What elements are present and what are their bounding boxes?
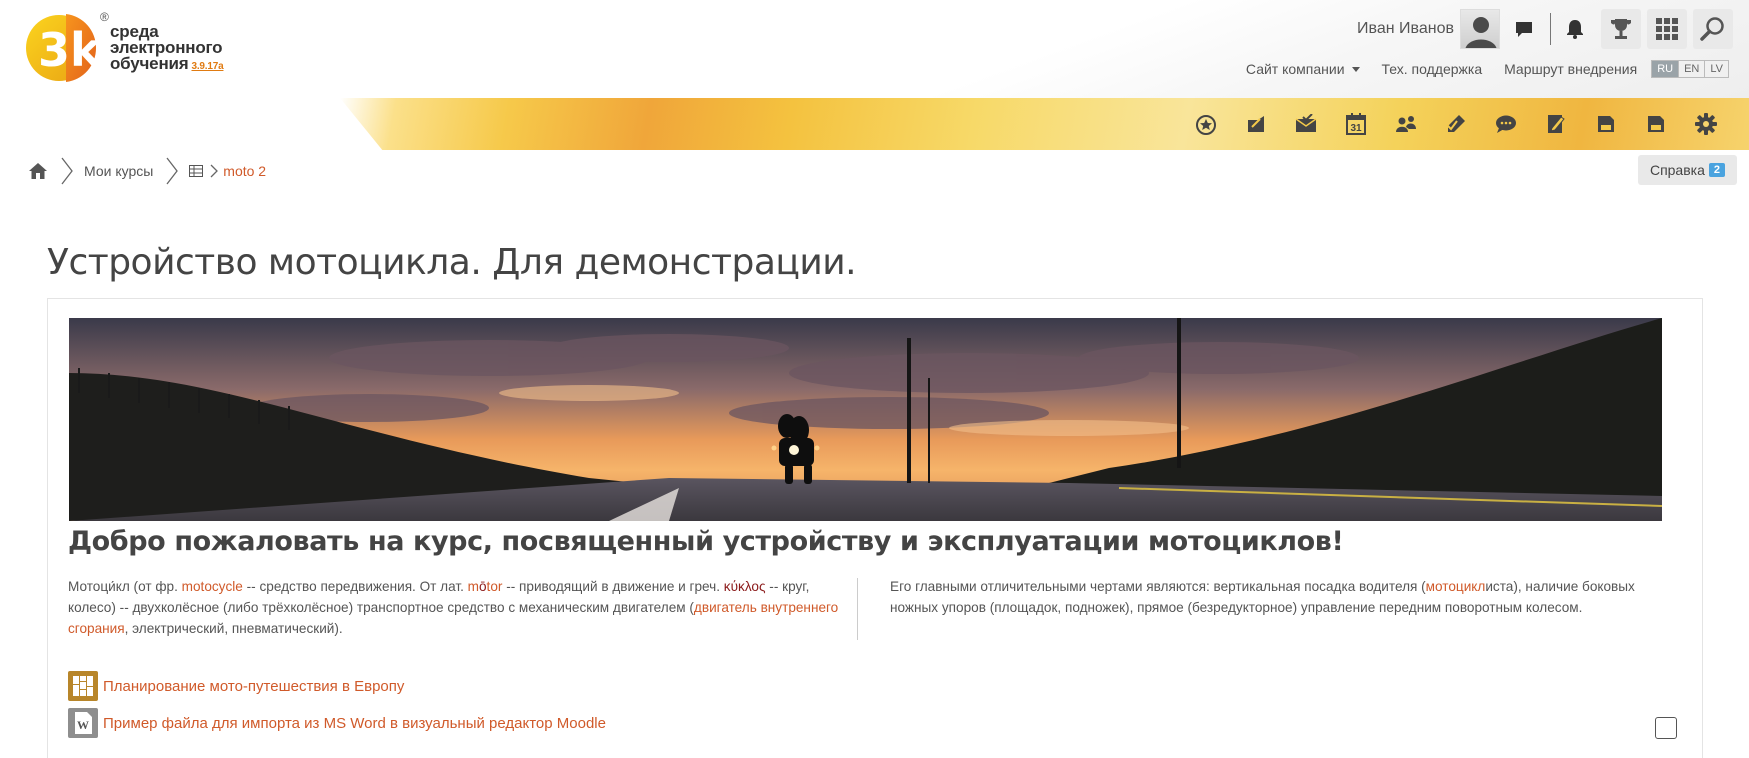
- home-icon[interactable]: [28, 162, 48, 180]
- link-motocycle[interactable]: motocycle: [182, 579, 243, 594]
- course-table-icon: [189, 165, 204, 177]
- caret-down-icon: [1351, 66, 1360, 72]
- column-divider: [857, 578, 858, 640]
- top-navigation: Сайт компании Тех. поддержка Маршрут вне…: [1224, 56, 1729, 82]
- activity-item[interactable]: Планирование мото-путешествия в Европу: [68, 670, 404, 702]
- activity-item[interactable]: W Пример файла для импорта из MS Word в …: [68, 707, 606, 739]
- messages-button[interactable]: [1504, 9, 1544, 49]
- logo-wordmark: среда электронного обучения 3.9.17a: [110, 23, 224, 75]
- link-motor-part: m: [467, 579, 479, 594]
- apps-button[interactable]: [1647, 9, 1687, 49]
- site-header: 3k ® среда электронного обучения 3.9.17a …: [0, 0, 1749, 150]
- word-file-icon-letter: W: [77, 718, 89, 732]
- bell-icon: [1567, 20, 1583, 39]
- language-switcher: RU EN LV: [1651, 60, 1729, 78]
- search-icon: [1700, 17, 1724, 41]
- edit-note-icon: [1548, 115, 1565, 133]
- link-motor-part: tor: [486, 579, 503, 594]
- logo-registered-symbol: ®: [100, 10, 109, 24]
- toolbar-calendar-button[interactable]: 31: [1331, 104, 1381, 144]
- breadcrumb-separator-icon: [166, 157, 179, 185]
- calendar-icon: 31: [1346, 113, 1366, 135]
- toolbar-send-button[interactable]: [1231, 104, 1281, 144]
- intro-text-right: Его главными отличительными чертами явля…: [890, 576, 1640, 618]
- board-icon: [68, 671, 98, 701]
- header-separator: [1550, 13, 1551, 45]
- intro-text: Мотоци́кл (от фр.: [68, 579, 182, 594]
- breadcrumb: Мои курсы moto 2: [28, 156, 266, 186]
- motorcycle-sunset-illustration: [69, 318, 1662, 521]
- user-area: Иван Иванов: [1357, 8, 1733, 50]
- support-link[interactable]: Тех. поддержка: [1382, 61, 1483, 77]
- welcome-heading: Добро пожаловать на курс, посвященный ус…: [68, 526, 1344, 557]
- avatar-silhouette-icon: [1465, 17, 1497, 48]
- help-count-badge: 2: [1708, 163, 1725, 177]
- intro-text: Его главными отличительными чертами явля…: [890, 579, 1426, 594]
- help-label: Справка: [1649, 162, 1705, 178]
- help-button[interactable]: Справка 2: [1637, 155, 1737, 185]
- toolbar-mail-button[interactable]: [1281, 104, 1331, 144]
- user-name[interactable]: Иван Иванов: [1357, 20, 1454, 38]
- send-icon: [1248, 116, 1264, 132]
- company-site-dropdown[interactable]: Сайт компании: [1246, 61, 1360, 77]
- link-motorcycle[interactable]: мотоцикл: [1426, 579, 1486, 594]
- completion-checkbox[interactable]: [1655, 717, 1677, 739]
- star-badge-icon: [1196, 115, 1216, 135]
- company-site-label: Сайт компании: [1245, 61, 1345, 77]
- toolbar-reports-alt-button[interactable]: [1631, 104, 1681, 144]
- report-icon: [1598, 116, 1614, 132]
- search-button[interactable]: [1693, 9, 1733, 49]
- toolbar-reports-button[interactable]: [1581, 104, 1631, 144]
- toolbar-settings-button[interactable]: [1681, 104, 1731, 144]
- course-banner-image: [69, 318, 1662, 521]
- toolbar-grading-button[interactable]: [1431, 104, 1481, 144]
- link-kyklos[interactable]: κύκλος: [724, 579, 766, 594]
- intro-text-left: Мотоци́кл (от фр. motocycle -- средство …: [68, 576, 840, 639]
- link-motor-part: ō: [478, 579, 487, 594]
- report-alt-icon: [1648, 116, 1664, 132]
- pencil-check-icon: [1446, 115, 1465, 132]
- achievements-button[interactable]: [1601, 9, 1641, 49]
- activity-link[interactable]: Планирование мото-путешествия в Европу: [103, 678, 404, 695]
- lang-en[interactable]: EN: [1678, 61, 1704, 77]
- notifications-button[interactable]: [1555, 9, 1595, 49]
- logo-line-3-text: обучения: [110, 54, 189, 73]
- calendar-day-text: 31: [1350, 123, 1362, 134]
- breadcrumb-my-courses[interactable]: Мои курсы: [84, 163, 153, 179]
- intro-text: -- приводящий в движение и греч.: [502, 579, 724, 594]
- avatar[interactable]: [1460, 9, 1500, 49]
- intro-text: , электрический, пневматический).: [124, 621, 343, 636]
- intro-text: -- средство передвижения. От лат.: [242, 579, 468, 594]
- word-file-icon: W: [68, 708, 98, 738]
- mail-check-icon: [1295, 114, 1317, 132]
- logo-version[interactable]: 3.9.17a: [191, 61, 223, 72]
- gear-icon: [1695, 113, 1717, 135]
- rollout-route-link[interactable]: Маршрут внедрения: [1504, 61, 1637, 77]
- comments-icon: [1496, 115, 1516, 133]
- toolbar-notes-button[interactable]: [1531, 104, 1581, 144]
- activity-link[interactable]: Пример файла для импорта из MS Word в ви…: [103, 715, 606, 732]
- link-motor[interactable]: mōtor: [468, 579, 503, 594]
- site-logo[interactable]: 3k ® среда электронного обучения 3.9.17a: [26, 8, 266, 92]
- lang-lv[interactable]: LV: [1704, 61, 1728, 77]
- page-title: Устройство мотоцикла. Для демонстрации.: [47, 242, 857, 283]
- breadcrumb-separator-icon: [61, 157, 73, 185]
- apps-grid-icon: [1656, 18, 1678, 40]
- toolbar-badges-button[interactable]: [1181, 104, 1231, 144]
- toolbar: 31: [1181, 104, 1731, 144]
- breadcrumb-small-chevron-icon: [210, 164, 219, 178]
- toolbar-users-button[interactable]: [1381, 104, 1431, 144]
- breadcrumb-current-course[interactable]: moto 2: [223, 163, 266, 179]
- logo-line-3: обучения 3.9.17a: [110, 54, 224, 75]
- trophy-icon: [1611, 19, 1631, 39]
- logo-mark-icon: 3k: [26, 14, 102, 82]
- lang-ru[interactable]: RU: [1652, 61, 1679, 77]
- logo-mark-text: 3k: [38, 23, 102, 77]
- chat-icon: [1516, 22, 1532, 37]
- users-icon: [1396, 116, 1416, 132]
- toolbar-forum-button[interactable]: [1481, 104, 1531, 144]
